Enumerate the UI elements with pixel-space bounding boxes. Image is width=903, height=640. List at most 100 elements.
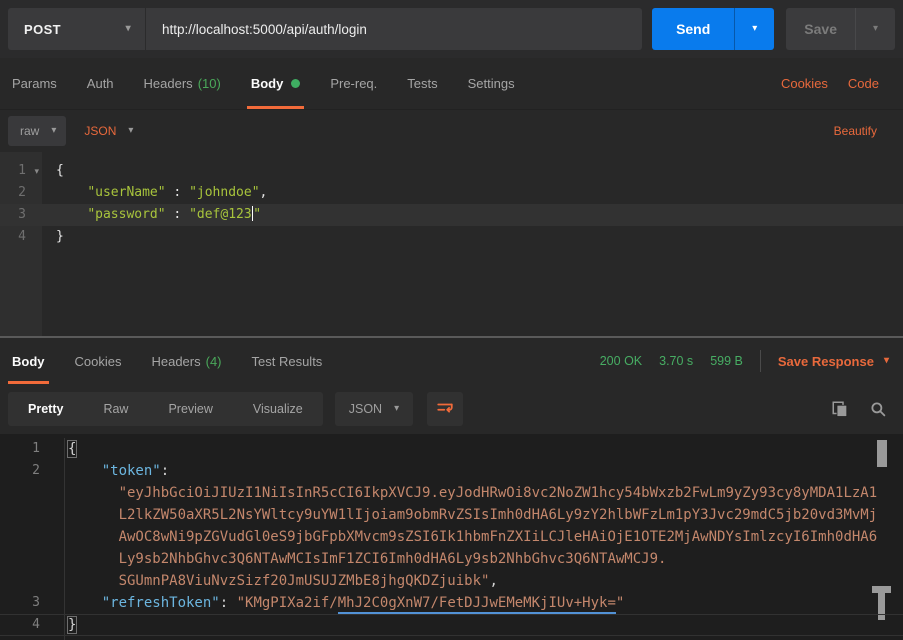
save-button[interactable]: Save bbox=[786, 8, 855, 50]
code-token: AwOC8wNi9pZGVudGl0eS9jbGFpbXMvcm9sZSI6Ik… bbox=[119, 529, 878, 545]
body-format-toolbar: raw ▾ JSON ▾ Beautify bbox=[0, 110, 903, 152]
wrap-lines-button[interactable] bbox=[427, 392, 463, 426]
code-token: : bbox=[166, 185, 189, 200]
url-group: POST ▾ http://localhost:5000/api/auth/lo… bbox=[8, 8, 642, 50]
code-line: 4} bbox=[0, 614, 903, 636]
code-token bbox=[68, 463, 102, 479]
cookies-link[interactable]: Cookies bbox=[781, 76, 828, 91]
tab-test-results[interactable]: Test Results bbox=[248, 338, 327, 384]
tab-raw[interactable]: Raw bbox=[83, 402, 148, 416]
send-label: Send bbox=[676, 21, 710, 37]
save-options-button[interactable]: ▾ bbox=[855, 8, 895, 50]
code-token: "password" bbox=[87, 207, 165, 222]
url-input[interactable]: http://localhost:5000/api/auth/login bbox=[146, 8, 642, 50]
code-token bbox=[68, 507, 119, 523]
line-number: 4 bbox=[0, 614, 54, 636]
tab-tests[interactable]: Tests bbox=[403, 58, 441, 109]
chevron-down-icon: ▾ bbox=[394, 404, 399, 414]
code-token: , bbox=[260, 185, 268, 200]
code-token bbox=[68, 485, 119, 501]
code-token: "KMgPIXa2if/ bbox=[237, 595, 338, 611]
send-options-button[interactable]: ▾ bbox=[734, 8, 774, 50]
code-token bbox=[56, 207, 87, 222]
save-response-button[interactable]: Save Response ▾ bbox=[778, 354, 889, 369]
code-token: "eyJhbGciOiJIUzI1NiIsInR5cCI6IkpXVCJ9.ey… bbox=[119, 485, 878, 501]
tab-auth-label: Auth bbox=[87, 76, 114, 91]
tab-response-cookies[interactable]: Cookies bbox=[71, 338, 126, 384]
tab-headers-label: Headers bbox=[144, 76, 193, 91]
beautify-button[interactable]: Beautify bbox=[834, 124, 877, 138]
code-token: { bbox=[68, 441, 76, 457]
code-token: "def@123 bbox=[189, 207, 252, 222]
copy-icon bbox=[831, 400, 849, 418]
tab-auth[interactable]: Auth bbox=[83, 58, 118, 109]
code-token bbox=[68, 595, 102, 611]
wrap-lines-icon bbox=[436, 400, 454, 418]
chevron-down-icon: ▾ bbox=[128, 126, 133, 136]
code-token: "johndoe" bbox=[189, 185, 259, 200]
line-number: 3 bbox=[0, 592, 54, 614]
code-line: 3 "password" : "def@123" bbox=[0, 204, 903, 226]
body-dot-icon bbox=[291, 79, 300, 88]
line-number: 2 bbox=[0, 460, 54, 482]
code-line: "eyJhbGciOiJIUzI1NiIsInR5cCI6IkpXVCJ9.ey… bbox=[0, 482, 903, 504]
code-token: "token" bbox=[102, 463, 161, 479]
tab-settings[interactable]: Settings bbox=[464, 58, 519, 109]
code-token: Ly9sb2NhbGhvc3Q6NTAwMCIsImF1ZCI6Imh0dHA6… bbox=[119, 551, 667, 567]
code-line: 3 "refreshToken": "KMgPIXa2if/MhJ2C0gXnW… bbox=[0, 592, 903, 614]
chevron-down-icon: ▾ bbox=[873, 24, 878, 34]
code-token: , bbox=[489, 573, 497, 589]
body-format-label: raw bbox=[20, 124, 39, 138]
tab-prereq[interactable]: Pre-req. bbox=[326, 58, 381, 109]
response-language-dropdown[interactable]: JSON ▾ bbox=[335, 392, 413, 426]
tab-response-headers[interactable]: Headers (4) bbox=[147, 338, 225, 384]
request-body-editor[interactable]: 1▾{2 "userName" : "johndoe",3 "password"… bbox=[0, 152, 903, 336]
tab-params[interactable]: Params bbox=[8, 58, 61, 109]
line-number: 2 bbox=[0, 182, 42, 204]
body-language-dropdown[interactable]: JSON ▾ bbox=[84, 124, 133, 138]
send-button[interactable]: Send bbox=[652, 8, 734, 50]
response-size: 599 B bbox=[710, 354, 743, 368]
request-tab-links: Cookies Code bbox=[781, 58, 879, 109]
tab-test-results-label: Test Results bbox=[252, 354, 323, 369]
tab-prereq-label: Pre-req. bbox=[330, 76, 377, 91]
tab-body-label: Body bbox=[251, 76, 284, 91]
body-format-dropdown[interactable]: raw ▾ bbox=[8, 116, 66, 146]
code-line: 2 "token": bbox=[0, 460, 903, 482]
save-split-button: Save ▾ bbox=[786, 8, 895, 50]
line-number bbox=[0, 504, 54, 526]
body-language-label: JSON bbox=[84, 124, 116, 138]
code-line: 1{ bbox=[0, 438, 903, 460]
code-line: 1▾{ bbox=[0, 160, 903, 182]
code-line: SGUmnPA8ViuNvzSizf20JmUSUJZMbE8jhgQKDZju… bbox=[0, 570, 903, 592]
copy-button[interactable] bbox=[831, 400, 849, 418]
line-number bbox=[0, 526, 54, 548]
code-link[interactable]: Code bbox=[848, 76, 879, 91]
code-token: " bbox=[253, 207, 261, 222]
code-token: : bbox=[220, 595, 237, 611]
search-button[interactable] bbox=[869, 400, 887, 418]
method-dropdown[interactable]: POST ▾ bbox=[8, 8, 146, 50]
tab-body[interactable]: Body bbox=[247, 58, 305, 109]
save-label: Save bbox=[804, 21, 837, 37]
tab-response-body[interactable]: Body bbox=[8, 338, 49, 384]
request-url-bar: POST ▾ http://localhost:5000/api/auth/lo… bbox=[0, 0, 903, 58]
line-number bbox=[0, 548, 54, 570]
tab-visualize[interactable]: Visualize bbox=[233, 402, 323, 416]
code-token bbox=[68, 529, 119, 545]
response-body-editor[interactable]: 1{2 "token": "eyJhbGciOiJIUzI1NiIsInR5cC… bbox=[0, 434, 903, 640]
chevron-down-icon: ▾ bbox=[51, 126, 56, 136]
tab-preview[interactable]: Preview bbox=[148, 402, 232, 416]
fold-arrow-icon[interactable]: ▾ bbox=[34, 160, 39, 182]
chevron-down-icon: ▾ bbox=[126, 24, 131, 34]
line-number: 1▾ bbox=[0, 160, 42, 182]
response-meta: 200 OK 3.70 s 599 B Save Response ▾ bbox=[600, 338, 889, 384]
tab-params-label: Params bbox=[12, 76, 57, 91]
response-time: 3.70 s bbox=[659, 354, 693, 368]
chevron-down-icon: ▾ bbox=[884, 356, 889, 366]
status-badge: 200 OK bbox=[600, 354, 642, 368]
tab-headers[interactable]: Headers (10) bbox=[140, 58, 225, 109]
url-text: http://localhost:5000/api/auth/login bbox=[162, 22, 367, 37]
tab-pretty[interactable]: Pretty bbox=[8, 402, 83, 416]
headers-count-badge: (10) bbox=[198, 76, 221, 91]
